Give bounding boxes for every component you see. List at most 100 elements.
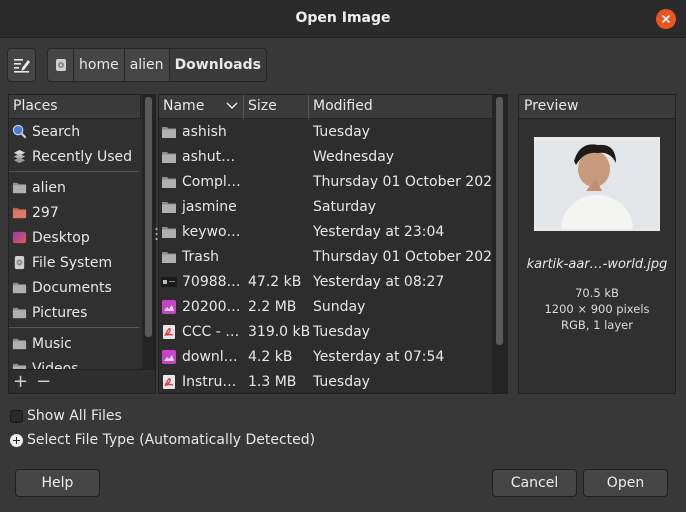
breadcrumb-alien-button[interactable]: alien xyxy=(123,48,169,82)
file-name-cell: Trash xyxy=(159,249,244,265)
folder-icon xyxy=(12,307,27,319)
file-name-cell: Instru… xyxy=(159,374,244,390)
file-list-header: Name Size Modified xyxy=(159,95,492,119)
sidebar-item-label: Pictures xyxy=(32,304,88,321)
file-modified: Yesterday at 08:27 xyxy=(313,273,445,290)
folder-icon xyxy=(12,338,27,350)
file-modified: Thursday 01 October 2020 xyxy=(313,248,501,265)
sidebar-item-pictures[interactable]: Pictures xyxy=(9,300,141,325)
select-file-type-expander[interactable]: Select File Type (Automatically Detected… xyxy=(10,432,315,448)
folder-icon xyxy=(161,224,182,240)
show-all-files-option[interactable]: Show All Files xyxy=(10,408,122,424)
file-row[interactable]: jasmine Saturday xyxy=(159,194,492,219)
image-thumb-icon xyxy=(161,274,182,290)
column-label: Modified xyxy=(313,98,373,114)
file-row[interactable]: 70988… 47.2 kB Yesterday at 08:27 xyxy=(159,269,492,294)
open-button[interactable]: Open xyxy=(583,469,668,497)
add-bookmark-icon[interactable]: + xyxy=(13,371,28,392)
file-name-cell: 20200… xyxy=(159,299,244,315)
folder-icon xyxy=(161,249,182,265)
folder-icon xyxy=(12,207,27,219)
sidebar-item-file-system[interactable]: File System xyxy=(9,250,141,275)
desktop-icon xyxy=(12,231,27,244)
file-size: 319.0 kB xyxy=(248,323,311,340)
sidebar-item-label: Documents xyxy=(32,279,112,296)
sidebar-item-search[interactable]: Search xyxy=(9,119,141,144)
preview-filesize: 70.5 kB xyxy=(575,286,619,300)
file-size: 4.2 kB xyxy=(248,348,293,365)
file-modified: Tuesday xyxy=(313,373,370,390)
help-button[interactable]: Help xyxy=(15,469,100,497)
file-row[interactable]: Compl… Thursday 01 October 2020 xyxy=(159,169,501,194)
sidebar-item-label: 297 xyxy=(32,204,59,221)
search-icon xyxy=(12,124,27,139)
places-scrollbar[interactable] xyxy=(142,95,155,369)
show-all-files-checkbox[interactable] xyxy=(10,409,23,423)
file-name-cell: keywo… xyxy=(159,224,244,240)
file-row[interactable]: ashish Tuesday xyxy=(159,119,492,144)
places-sidebar: Places Search Recently Used alien 297 De… xyxy=(8,94,156,394)
cancel-button[interactable]: Cancel xyxy=(492,469,577,497)
sidebar-item-label: Search xyxy=(32,123,81,140)
folder-icon xyxy=(161,149,182,165)
drive-icon xyxy=(55,59,66,71)
home-folder-icon xyxy=(12,182,27,194)
file-list-scrollbar-thumb[interactable] xyxy=(496,97,503,345)
file-name: keywo… xyxy=(182,223,241,240)
sidebar-item-label: File System xyxy=(32,254,113,271)
column-label: Size xyxy=(248,98,277,114)
column-header-name[interactable]: Name xyxy=(159,95,244,119)
file-name-cell: downl… xyxy=(159,349,244,365)
pdf-icon xyxy=(161,374,182,390)
file-list-scrollbar[interactable] xyxy=(492,95,507,393)
file-name-cell: jasmine xyxy=(159,199,244,215)
file-row[interactable]: downl… 4.2 kB Yesterday at 07:54 xyxy=(159,344,492,369)
remove-bookmark-icon[interactable]: − xyxy=(36,371,51,392)
places-scrollbar-thumb[interactable] xyxy=(145,97,152,337)
folder-icon xyxy=(12,282,27,294)
file-row[interactable]: CCC - … 319.0 kB Tuesday xyxy=(159,319,492,344)
breadcrumb-downloads-button[interactable]: Downloads xyxy=(168,48,267,82)
file-row[interactable]: 20200… 2.2 MB Sunday xyxy=(159,294,492,319)
file-name-cell: Compl… xyxy=(159,174,244,190)
file-modified: Saturday xyxy=(313,198,377,215)
file-name: 20200… xyxy=(182,298,241,315)
column-header-size[interactable]: Size xyxy=(244,95,309,119)
preview-image xyxy=(536,139,658,229)
sidebar-item-documents[interactable]: Documents xyxy=(9,275,141,300)
type-location-button[interactable] xyxy=(7,48,36,82)
sidebar-item-music[interactable]: Music xyxy=(9,331,141,356)
file-row[interactable]: ashut… Wednesday xyxy=(159,144,492,169)
file-row[interactable]: Trash Thursday 01 October 2020 xyxy=(159,244,501,269)
column-label: Name xyxy=(163,98,205,114)
preview-thumbnail xyxy=(534,137,660,231)
show-all-files-label: Show All Files xyxy=(27,408,122,424)
image-file-icon xyxy=(161,299,182,315)
sidebar-item-recently-used[interactable]: Recently Used xyxy=(9,144,141,169)
file-name: Instru… xyxy=(182,373,237,390)
expander-icon xyxy=(10,433,23,447)
preview-dimensions: 1200 × 900 pixels xyxy=(544,302,650,316)
breadcrumb-home-button[interactable]: home xyxy=(73,48,124,82)
column-header-modified[interactable]: Modified xyxy=(309,95,492,119)
file-row[interactable]: Instru… 1.3 MB Tuesday xyxy=(159,369,492,393)
edit-location-icon xyxy=(13,59,30,73)
file-name: ashut… xyxy=(182,148,236,165)
breadcrumb-root-button[interactable] xyxy=(47,48,73,82)
places-header[interactable]: Places xyxy=(9,95,141,119)
file-name-cell: 70988… xyxy=(159,274,244,290)
file-name: ashish xyxy=(182,123,227,140)
file-size: 1.3 MB xyxy=(248,373,297,390)
close-button[interactable] xyxy=(656,9,676,29)
recent-icon xyxy=(13,149,26,164)
file-row[interactable]: keywo… Yesterday at 23:04 xyxy=(159,219,492,244)
sidebar-item-297[interactable]: 297 xyxy=(9,200,141,225)
file-name: Compl… xyxy=(182,173,241,190)
sidebar-item-label: Desktop xyxy=(32,229,90,246)
select-file-type-label: Select File Type (Automatically Detected… xyxy=(27,432,316,448)
sidebar-item-alien[interactable]: alien xyxy=(9,175,141,200)
sidebar-item-desktop[interactable]: Desktop xyxy=(9,225,141,250)
file-modified: Sunday xyxy=(313,298,366,315)
file-name-cell: CCC - … xyxy=(159,324,244,340)
file-modified: Wednesday xyxy=(313,148,395,165)
